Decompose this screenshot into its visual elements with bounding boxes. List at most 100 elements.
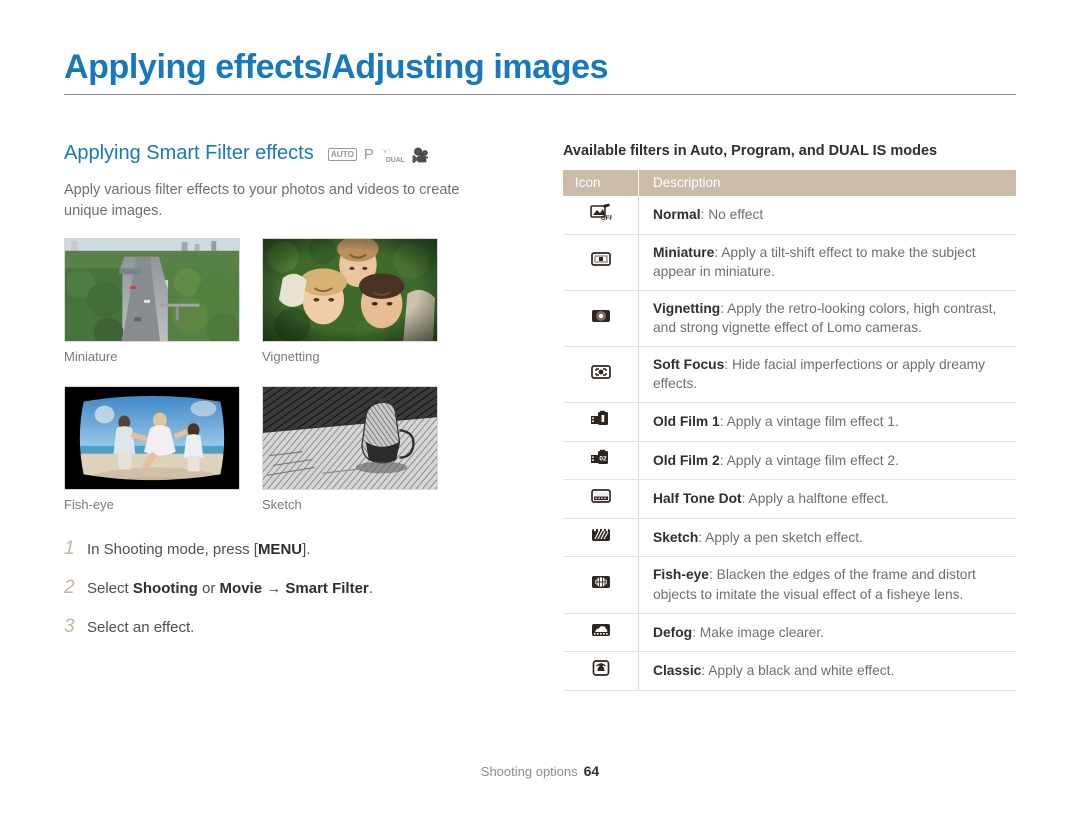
filter-description: : Apply a black and white effect. [701, 663, 895, 679]
soft-focus-icon [590, 363, 612, 381]
dual-is-mode-icon: ☜ DUAL [380, 145, 405, 164]
icon-cell [563, 479, 639, 519]
left-column: Applying Smart Filter effects AUTO P ☜ D… [64, 140, 514, 655]
step-item: 2 Select Shooting or Movie → Smart Filte… [64, 577, 514, 599]
table-head: Icon Description [563, 170, 1016, 196]
table-row: Sketch: Apply a pen sketch effect. [563, 518, 1016, 558]
section-title: Applying Smart Filter effects [64, 141, 314, 164]
svg-text:02: 02 [599, 455, 607, 462]
description-cell: Old Film 1: Apply a vintage film effect … [638, 402, 1016, 442]
description-cell: Defog: Make image clearer. [638, 613, 1016, 653]
manual-page: Applying effects/Adjusting images Applyi… [0, 0, 1080, 815]
vignetting-icon [590, 307, 612, 325]
old-film-2-icon: 02 [590, 449, 612, 467]
sample-caption: Sketch [262, 497, 302, 513]
movie-mode-icon: 🎥 [411, 146, 430, 163]
sample-caption: Fish-eye [64, 497, 114, 513]
icon-cell: OFF [563, 196, 639, 235]
table-body: OFF Normal: No effect Miniature: Apply a… [563, 196, 1016, 691]
half-tone-dot-icon [590, 487, 612, 505]
filter-name: Half Tone Dot [653, 491, 742, 507]
sample-sketch: Sketch [262, 386, 438, 512]
description-cell: Classic: Apply a black and white effect. [638, 651, 1016, 691]
sample-caption: Vignetting [262, 349, 320, 365]
sample-thumbnail [64, 386, 240, 491]
filter-name: Sketch [653, 529, 699, 545]
icon-cell [563, 346, 639, 404]
table-row: 02 Old Film 2: Apply a vintage film effe… [563, 441, 1016, 481]
icon-cell [563, 518, 639, 558]
auto-mode-icon: AUTO [327, 147, 357, 162]
sample-thumbnail [262, 238, 438, 343]
filter-description: : Apply a vintage film effect 1. [719, 414, 899, 430]
filter-description: : Apply a pen sketch effect. [698, 529, 863, 545]
sample-thumbnail [64, 238, 240, 343]
filter-name: Miniature [653, 244, 715, 260]
icon-cell [563, 234, 639, 291]
icon-cell [563, 290, 639, 347]
sample-vignetting: Vignetting [262, 238, 438, 364]
page-footer: Shooting options 64 [0, 763, 1080, 779]
icon-cell [563, 613, 639, 653]
table-row: Defog: Make image clearer. [563, 613, 1016, 653]
table-header-row: Icon Description [563, 170, 1016, 196]
table-row: Vignetting: Apply the retro-looking colo… [563, 290, 1016, 347]
filters-table: Icon Description OFF Normal: No effect M… [563, 170, 1016, 691]
description-cell: Half Tone Dot: Apply a halftone effect. [638, 479, 1016, 519]
right-column: Available filters in Auto, Program, and … [563, 143, 1016, 691]
description-cell: Sketch: Apply a pen sketch effect. [638, 518, 1016, 558]
table-row: Old Film 1: Apply a vintage film effect … [563, 402, 1016, 442]
table-row: Miniature: Apply a tilt-shift effect to … [563, 234, 1016, 291]
filter-name: Fish-eye [653, 567, 709, 583]
miniature-icon [590, 250, 612, 268]
filter-name: Soft Focus [653, 356, 725, 372]
section-header: Applying Smart Filter effects AUTO P ☜ D… [64, 140, 514, 166]
filter-name: Defog [653, 624, 693, 640]
icon-cell: 02 [563, 441, 639, 481]
filter-name: Normal [653, 207, 701, 222]
filter-name: Old Film 1 [653, 414, 720, 430]
title-divider [64, 94, 1016, 95]
filter-name: Classic [653, 663, 702, 679]
description-cell: Normal: No effect [638, 196, 1016, 235]
description-cell: Old Film 2: Apply a vintage film effect … [638, 441, 1016, 481]
footer-label: Shooting options [480, 764, 578, 779]
filter-name: Vignetting [653, 300, 721, 316]
fish-eye-icon [590, 573, 612, 591]
filter-description: : No effect [700, 207, 764, 222]
step-number: 1 [64, 538, 75, 560]
sample-image-grid: Miniature Vignetting Fish-eye Sketch [64, 238, 514, 512]
step-item: 3 Select an effect. [64, 616, 514, 638]
description-cell: Miniature: Apply a tilt-shift effect to … [638, 234, 1016, 291]
svg-text:OFF: OFF [601, 216, 612, 221]
step-number: 2 [64, 577, 75, 599]
steps-list: 1 In Shooting mode, press [MENU]. 2 Sele… [64, 538, 514, 638]
sample-miniature: Miniature [64, 238, 240, 364]
sketch-icon [590, 526, 612, 544]
table-row: Soft Focus: Hide facial imperfections or… [563, 346, 1016, 404]
old-film-1-icon [590, 410, 612, 428]
description-cell: Soft Focus: Hide facial imperfections or… [638, 346, 1016, 404]
filter-description: : Apply a halftone effect. [741, 491, 889, 507]
description-cell: Fish-eye: Blacken the edges of the frame… [638, 556, 1016, 614]
step-text: Select an effect. [87, 619, 195, 637]
page-title: Applying effects/Adjusting images [64, 48, 609, 86]
table-caption: Available filters in Auto, Program, and … [563, 143, 938, 159]
intro-paragraph: Apply various filter effects to your pho… [64, 182, 460, 220]
table-row: OFF Normal: No effect [563, 196, 1016, 235]
sample-thumbnail [262, 386, 438, 491]
step-text: In Shooting mode, press [MENU]. [87, 541, 311, 559]
mode-icon-group: AUTO P ☜ DUAL 🎥 [327, 144, 430, 164]
icon-cell [563, 651, 639, 691]
description-cell: Vignetting: Apply the retro-looking colo… [638, 290, 1016, 347]
step-text: Select Shooting or Movie → Smart Filter. [87, 580, 373, 598]
footer-page-number: 64 [583, 763, 600, 779]
column-header-icon: Icon [563, 170, 639, 196]
sample-caption: Miniature [64, 349, 118, 365]
filter-name: Old Film 2 [653, 452, 720, 468]
table-row: Fish-eye: Blacken the edges of the frame… [563, 556, 1016, 614]
classic-icon [590, 659, 612, 677]
filter-off-icon: OFF [589, 203, 612, 221]
table-row: Half Tone Dot: Apply a halftone effect. [563, 479, 1016, 519]
column-header-description: Description [638, 170, 1016, 196]
